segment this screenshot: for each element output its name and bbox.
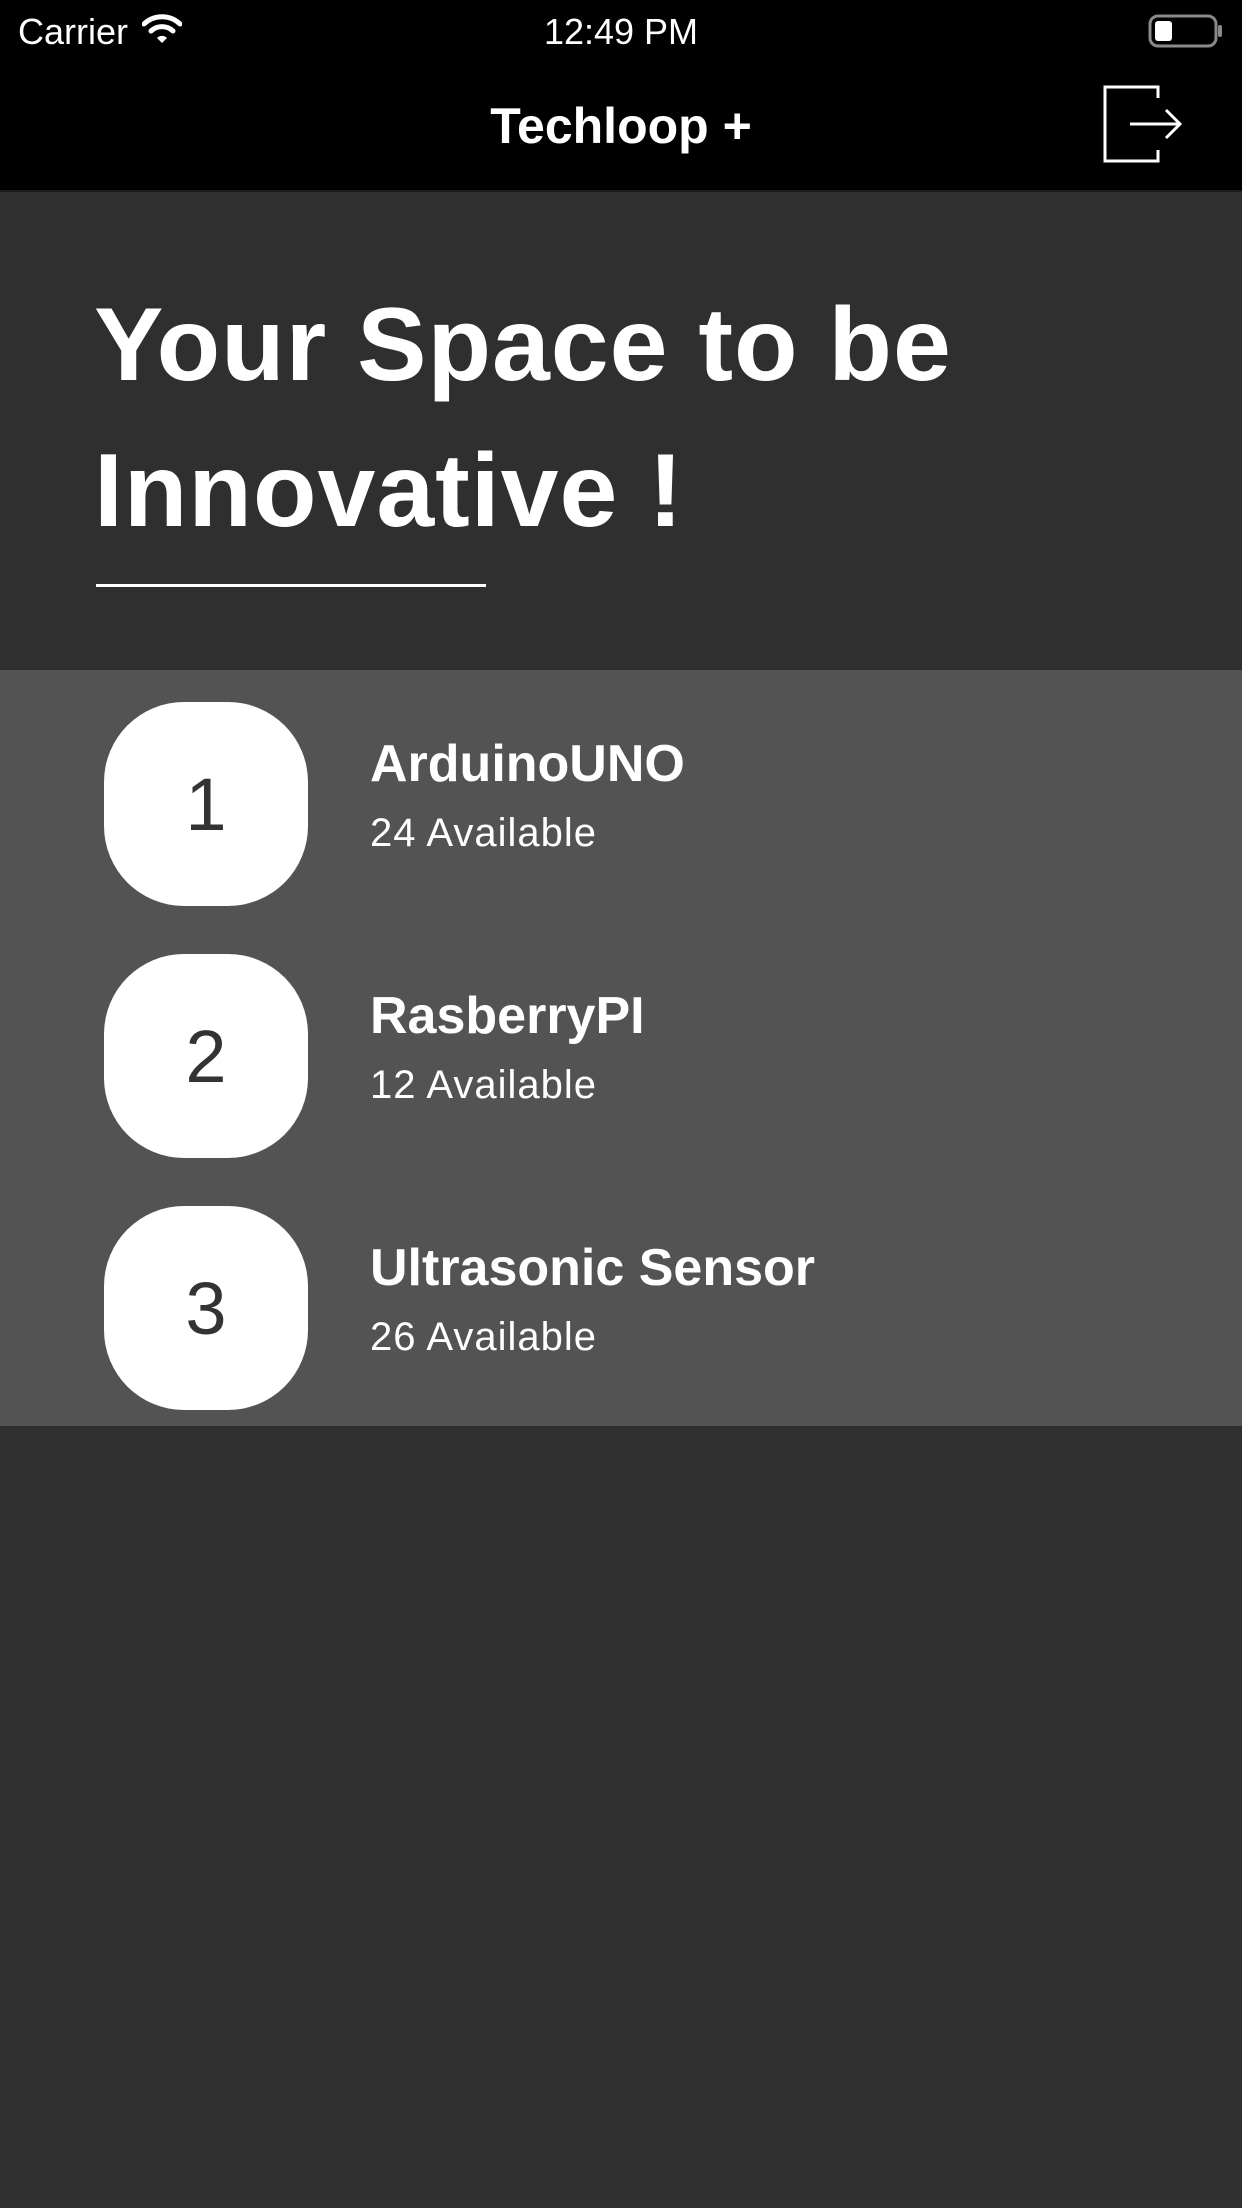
hero-title: Your Space to be Innovative ! — [94, 272, 1144, 564]
item-available: 12 Available — [370, 1063, 597, 1107]
item-available: 26 Available — [370, 1315, 597, 1359]
item-index-badge: 1 — [104, 702, 308, 906]
item-index: 1 — [185, 762, 227, 846]
status-time: 12:49 PM — [543, 11, 699, 52]
component-list: 1 ArduinoUNO 24 Available 2 RasberryPI 1… — [0, 670, 1242, 1426]
logout-icon — [1102, 84, 1184, 169]
item-available: 24 Available — [370, 811, 597, 855]
logout-button[interactable] — [1102, 84, 1184, 169]
item-index: 3 — [185, 1266, 227, 1350]
list-item-arduinouno[interactable]: 1 ArduinoUNO 24 Available — [0, 670, 1242, 922]
hero-section: Your Space to be Innovative ! — [0, 192, 1242, 670]
nav-title: Techloop + — [490, 98, 752, 154]
item-name: ArduinoUNO — [370, 735, 685, 793]
battery-icon — [1148, 14, 1224, 53]
list-item-ultrasonic-sensor[interactable]: 3 Ultrasonic Sensor 26 Available — [0, 1174, 1242, 1426]
hero-title-line2: Innovative ! — [94, 433, 684, 549]
list-item-rasberrypi[interactable]: 2 RasberryPI 12 Available — [0, 922, 1242, 1174]
hero-title-line1: Your Space to be — [94, 287, 952, 403]
nav-bar: Techloop + — [0, 62, 1242, 192]
item-name: Ultrasonic Sensor — [370, 1239, 816, 1297]
item-index-badge: 3 — [104, 1206, 308, 1410]
item-index: 2 — [185, 1014, 227, 1098]
item-name: RasberryPI — [370, 987, 645, 1045]
status-bar: Carrier 12:49 PM — [0, 0, 1242, 62]
item-index-badge: 2 — [104, 954, 308, 1158]
hero-underline — [96, 584, 486, 587]
